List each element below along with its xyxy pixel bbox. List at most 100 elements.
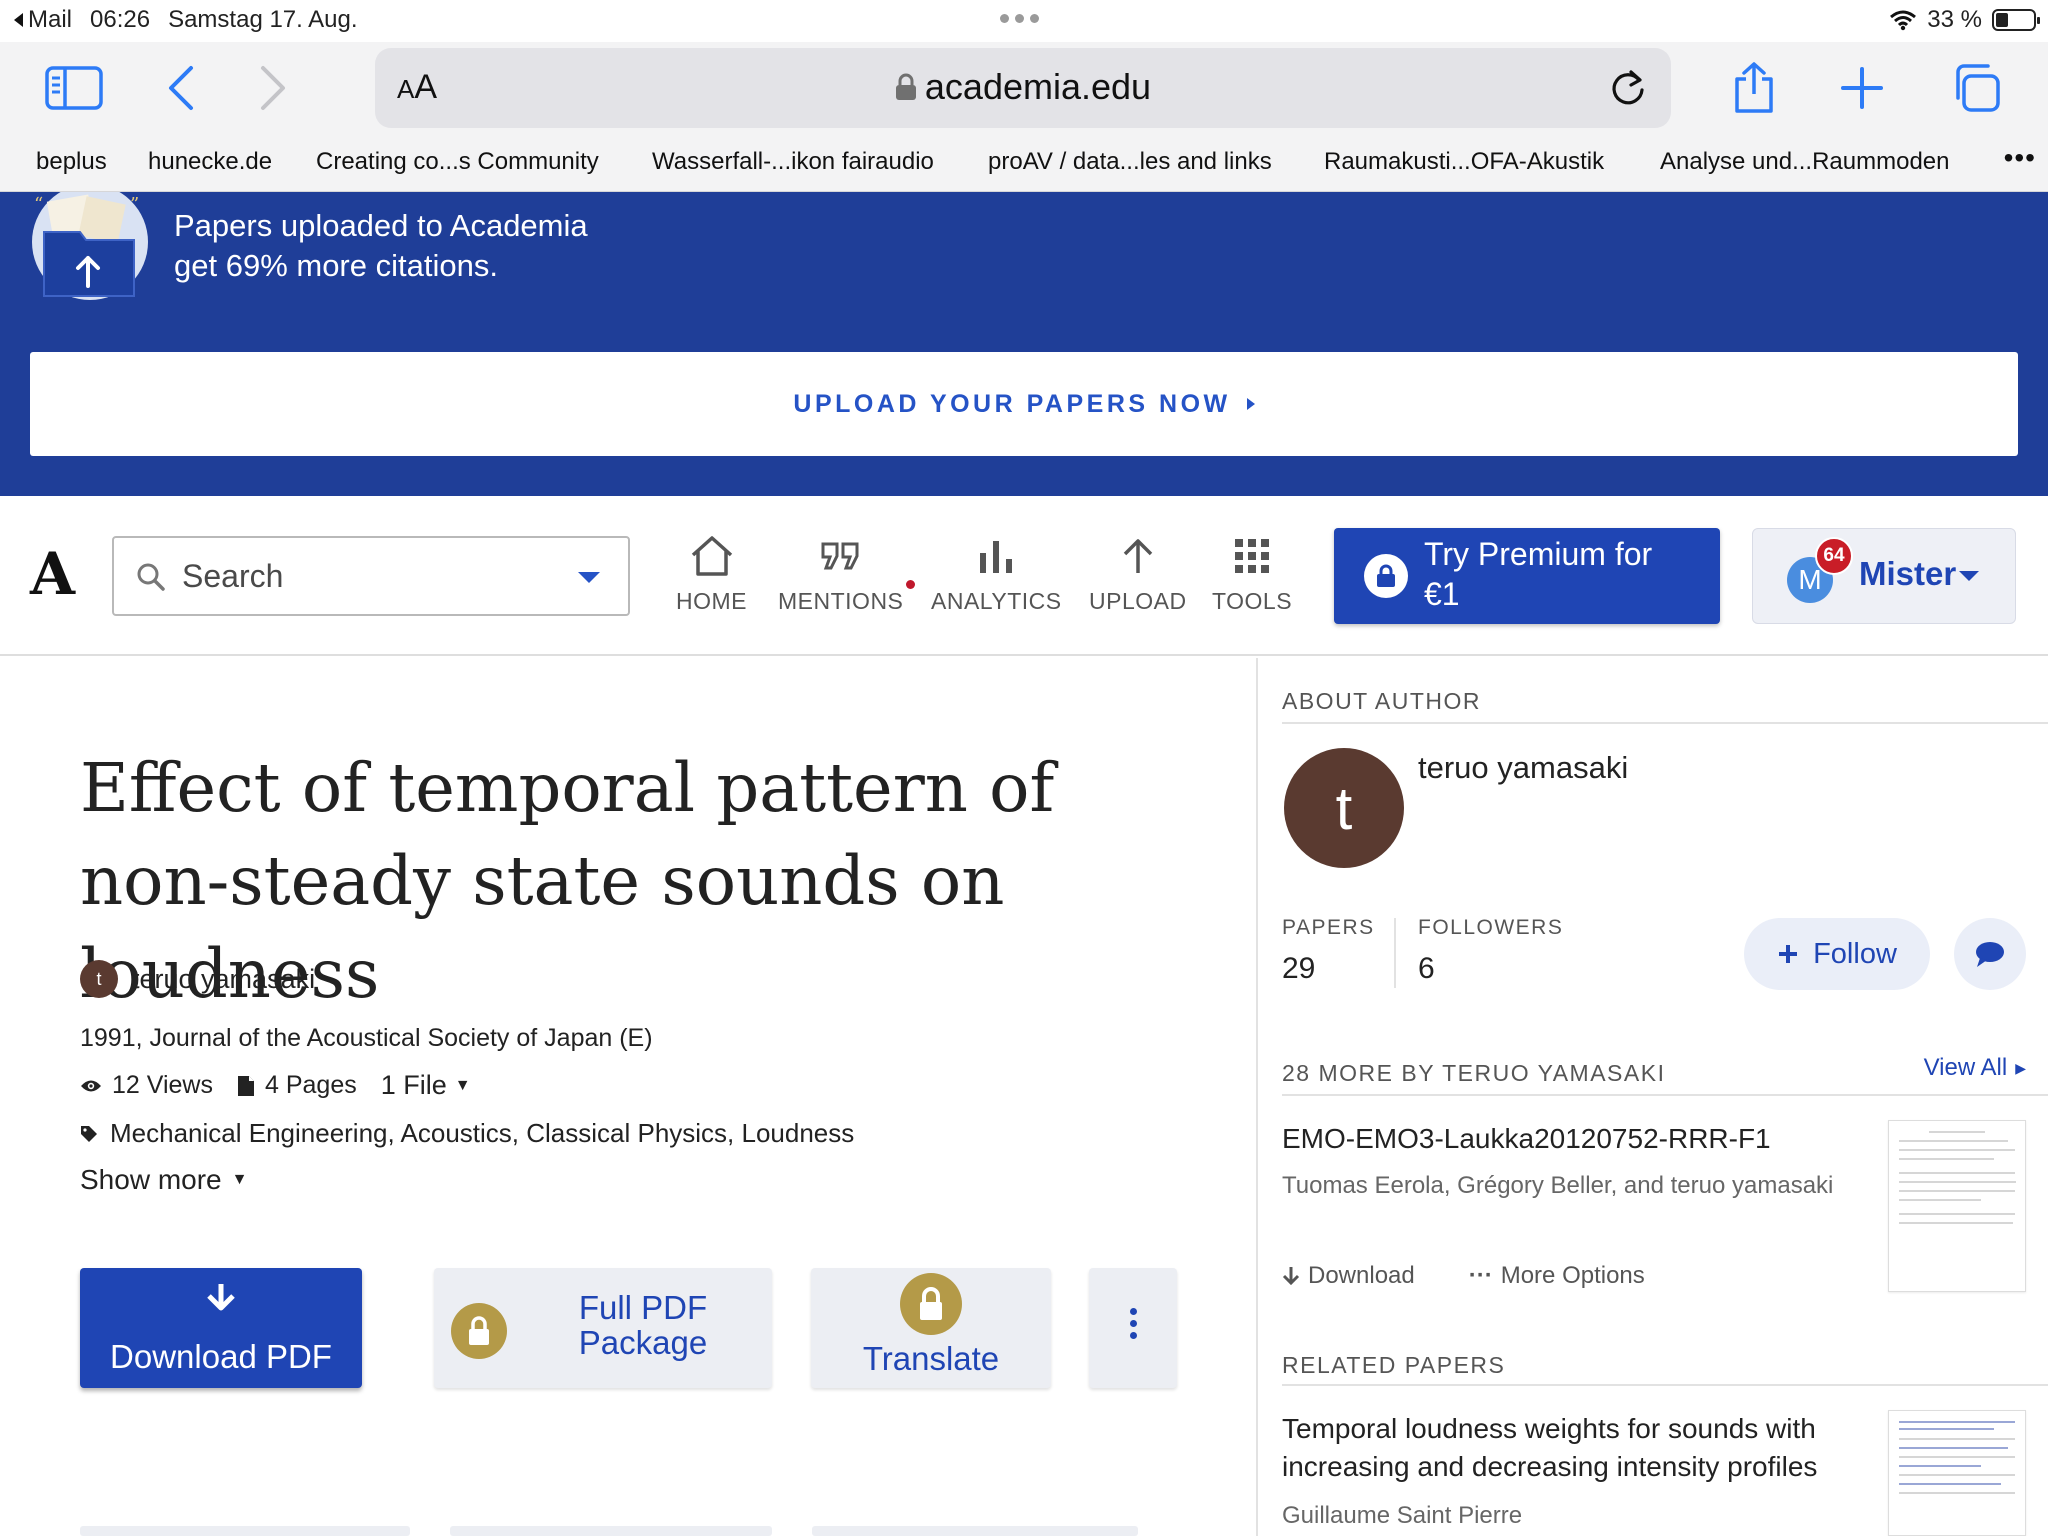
- paper-thumbnail[interactable]: [1888, 1410, 2026, 1536]
- kebab-menu-icon: [1089, 1308, 1177, 1339]
- nav-home[interactable]: HOME: [676, 532, 747, 615]
- nav-upload[interactable]: UPLOAD: [1089, 532, 1187, 615]
- forward-icon[interactable]: [244, 58, 304, 118]
- divider: [1282, 1384, 2048, 1386]
- profile-menu-button[interactable]: M 64 Mister: [1752, 528, 2016, 624]
- upload-arrow-icon: [1121, 532, 1155, 580]
- related-paper-title[interactable]: Temporal loudness weights for sounds wit…: [1282, 1410, 1852, 1486]
- search-input[interactable]: Search: [112, 536, 630, 616]
- bookmark-item[interactable]: beplus: [36, 148, 107, 176]
- upload-papers-button[interactable]: UPLOAD YOUR PAPERS NOW: [30, 352, 2018, 456]
- upload-papers-label: UPLOAD YOUR PAPERS NOW: [793, 389, 1231, 418]
- translate-label: Translate: [862, 1340, 1000, 1377]
- nav-tools[interactable]: TOOLS: [1212, 532, 1292, 615]
- upload-promo-banner: “ ” Papers uploaded to Academia get 69% …: [0, 184, 2048, 496]
- papers-stat[interactable]: PAPERS 29: [1282, 916, 1375, 986]
- back-to-app-link[interactable]: Mail: [12, 6, 72, 34]
- tabs-icon[interactable]: [1946, 58, 2006, 118]
- bookmark-item[interactable]: Creating co...s Community: [316, 148, 599, 176]
- author-name[interactable]: teruo yamasaki: [1418, 750, 1628, 786]
- eye-icon: [81, 1080, 101, 1091]
- tags-list[interactable]: Mechanical Engineering, Acoustics, Class…: [110, 1118, 854, 1149]
- address-bar[interactable]: AA academia.edu: [375, 48, 1671, 128]
- followers-label: FOLLOWERS: [1418, 916, 1564, 939]
- more-options-link[interactable]: ··· More Options: [1469, 1262, 1645, 1290]
- download-link[interactable]: Download: [1282, 1262, 1415, 1290]
- more-paper-title[interactable]: EMO-EMO3-Laukka20120752-RRR-F1: [1282, 1120, 1852, 1158]
- divider: [1282, 722, 2048, 724]
- caret-right-icon: [1246, 398, 1255, 410]
- paper-main-column: Effect of temporal pattern of non-steady…: [0, 658, 1256, 1536]
- tag-icon: [81, 1125, 97, 1142]
- paper-tags: Mechanical Engineering, Acoustics, Class…: [80, 1118, 854, 1149]
- sidebar-icon[interactable]: [44, 58, 104, 118]
- search-icon: [136, 562, 166, 597]
- triangle-right-icon: ▶: [2015, 1059, 2026, 1076]
- download-pdf-button[interactable]: Download PDF: [80, 1268, 362, 1388]
- share-icon[interactable]: [1724, 58, 1784, 118]
- search-placeholder: Search: [182, 558, 284, 594]
- paper-thumbnail[interactable]: [1888, 1120, 2026, 1292]
- view-all-link[interactable]: View All ▶: [1924, 1054, 2026, 1082]
- bookmark-item[interactable]: hunecke.de: [148, 148, 272, 176]
- full-pdf-package-button[interactable]: Full PDF Package: [434, 1268, 772, 1388]
- more-options-label: More Options: [1500, 1262, 1645, 1289]
- files-dropdown[interactable]: 1 File ▼: [381, 1070, 471, 1101]
- message-button[interactable]: [1954, 918, 2026, 990]
- more-actions-button[interactable]: [1089, 1268, 1177, 1388]
- url-host[interactable]: academia.edu: [375, 66, 1671, 108]
- search-dropdown-icon[interactable]: [578, 572, 600, 583]
- back-triangle-icon: [14, 13, 23, 27]
- back-icon[interactable]: [150, 58, 210, 118]
- home-icon: [689, 532, 735, 580]
- nav-analytics[interactable]: ANALYTICS: [931, 532, 1062, 615]
- new-tab-icon[interactable]: [1832, 58, 1892, 118]
- nav-home-label: HOME: [676, 588, 747, 614]
- nav-analytics-label: ANALYTICS: [931, 588, 1062, 614]
- show-more-toggle[interactable]: Show more ▼: [80, 1164, 247, 1196]
- author-avatar: t: [80, 960, 118, 998]
- notification-count-badge: 64: [1815, 537, 1853, 575]
- lock-icon: [895, 73, 916, 100]
- multitasking-dots[interactable]: [1000, 14, 1039, 23]
- bookmarks-more-button[interactable]: •••: [2004, 142, 2036, 174]
- pages-count: 4 Pages: [265, 1071, 357, 1099]
- views-stat: 12 Views: [80, 1071, 213, 1100]
- paper-author[interactable]: t teruo yamasaki: [80, 960, 315, 998]
- bookmark-item[interactable]: Raumakusti...OFA-Akustik: [1324, 148, 1604, 176]
- paper-author-name[interactable]: teruo yamasaki: [132, 964, 315, 995]
- papers-count: 29: [1282, 952, 1316, 985]
- status-bar: Mail 06:26 Samstag 17. Aug. 33 %: [0, 0, 2048, 42]
- related-papers-header: RELATED PAPERS: [1282, 1352, 1506, 1378]
- download-pdf-label: Download PDF: [110, 1338, 332, 1375]
- lock-icon: [811, 1272, 1051, 1336]
- author-avatar-large[interactable]: t: [1284, 748, 1404, 868]
- followers-stat[interactable]: FOLLOWERS 6: [1418, 916, 1563, 986]
- bookmark-item[interactable]: proAV / data...les and links: [988, 148, 1272, 176]
- show-more-label: Show more: [80, 1164, 222, 1195]
- academia-logo[interactable]: A: [30, 540, 75, 608]
- download-arrow-icon: [1282, 1267, 1300, 1286]
- nav-mentions[interactable]: MENTIONS: [778, 532, 916, 615]
- card-edge: [450, 1526, 772, 1536]
- premium-line-1: Try Premium for: [1424, 536, 1653, 572]
- reload-icon[interactable]: [1609, 68, 1647, 113]
- author-sidebar: ABOUT AUTHOR t teruo yamasaki PAPERS 29 …: [1256, 658, 2048, 1536]
- notification-dot: [906, 580, 916, 589]
- bookmark-item[interactable]: Analyse und...Raummoden: [1660, 148, 1950, 176]
- related-paper-authors: Guillaume Saint Pierre: [1282, 1502, 1523, 1529]
- browser-toolbar: AA academia.edu: [0, 42, 2048, 134]
- files-count: 1 File: [380, 1070, 447, 1100]
- lock-icon: [450, 1302, 508, 1365]
- plus-icon: [1779, 945, 1798, 963]
- follow-label: Follow: [1813, 937, 1897, 970]
- back-app-label: Mail: [28, 6, 73, 33]
- ellipsis-icon: ···: [1468, 1262, 1493, 1289]
- more-paper-actions: Download ··· More Options: [1282, 1262, 1645, 1290]
- try-premium-button[interactable]: Try Premium for €1: [1334, 528, 1720, 624]
- svg-text:“: “: [34, 194, 43, 215]
- premium-line-2: €1: [1424, 576, 1460, 612]
- bookmark-item[interactable]: Wasserfall-...ikon fairaudio: [652, 148, 934, 176]
- translate-button[interactable]: Translate: [811, 1268, 1051, 1388]
- follow-button[interactable]: Follow: [1744, 918, 1930, 990]
